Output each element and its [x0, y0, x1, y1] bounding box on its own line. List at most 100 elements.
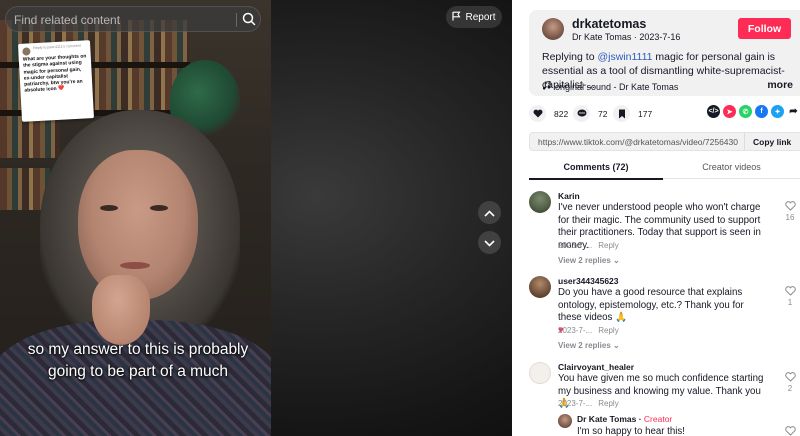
search-bar[interactable]: [5, 6, 261, 32]
follow-button[interactable]: Follow: [738, 18, 791, 39]
creator-reply-username: Dr Kate Tomas: [577, 414, 637, 424]
creator-username[interactable]: drkatetomas: [572, 17, 646, 31]
video-player[interactable]: Reply to jswin1111's comment What are yo…: [0, 0, 512, 436]
comment-date: 2023-7-...: [558, 399, 593, 408]
tab-creator-videos[interactable]: Creator videos: [663, 162, 800, 172]
share-buttons: </> ➤ ✆ f ✦ ➦: [707, 105, 800, 118]
more-button[interactable]: more: [763, 78, 793, 92]
search-divider: [236, 13, 237, 27]
heart-outline-icon: [783, 286, 797, 298]
link-box: https://www.tiktok.com/@drkatetomas/vide…: [529, 132, 800, 151]
embed-icon[interactable]: </>: [707, 105, 720, 118]
view-replies-button[interactable]: View 2 replies ⌄: [558, 341, 620, 350]
view-replies-button[interactable]: View 2 replies ⌄: [558, 256, 620, 265]
creator-avatar[interactable]: [542, 18, 564, 40]
tab-comments[interactable]: Comments (72): [529, 162, 663, 180]
video-info-card: drkatetomas Dr Kate Tomas · 2023-7-16 Fo…: [529, 10, 800, 96]
save-count: 177: [638, 108, 653, 119]
flag-icon: [452, 11, 461, 24]
comment-meta: 2023-7-... Reply: [558, 399, 619, 408]
music-note-icon: [542, 80, 551, 92]
comment-text-body: Do you have a good resource that explain…: [558, 287, 744, 323]
whatsapp-icon[interactable]: ✆: [739, 105, 752, 118]
save-button[interactable]: 177: [613, 105, 652, 122]
share-arrow-icon[interactable]: ➦: [787, 105, 800, 118]
sound-label: original sound - Dr Kate Tomas: [555, 81, 679, 92]
previous-video-button[interactable]: [478, 201, 501, 224]
comment-date: 2023-7-...: [558, 326, 593, 335]
heart-icon: [529, 105, 546, 122]
creator-subline: Dr Kate Tomas · 2023-7-16: [572, 32, 681, 42]
tab-bar: Comments (72) Creator videos: [529, 157, 800, 180]
person-eye: [150, 205, 168, 211]
description-prefix: Replying to: [542, 51, 595, 63]
person-mouth: [120, 262, 150, 269]
video-caption: so my answer to this is probably going t…: [18, 339, 258, 383]
comment-button[interactable]: 72: [573, 105, 607, 122]
video-link-url[interactable]: https://www.tiktok.com/@drkatetomas/vide…: [538, 137, 738, 147]
search-icon[interactable]: [242, 12, 256, 31]
bookmark-icon: [613, 105, 630, 122]
comment-meta: 2023-7-... Reply: [558, 241, 619, 250]
chevron-down-icon: ⌄: [613, 256, 620, 265]
reply-button[interactable]: Reply: [598, 241, 618, 250]
reply-text-body: What are your thoughts on the stigma aga…: [22, 53, 87, 94]
commenter-name[interactable]: Karin: [558, 191, 580, 201]
send-icon[interactable]: ➤: [723, 105, 736, 118]
report-label: Report: [465, 11, 496, 23]
heart-icon: ❤️: [57, 85, 65, 93]
caption-line: going to be part of a much: [47, 363, 229, 380]
bookshelf: [0, 116, 60, 158]
mention-link[interactable]: @jswin1111: [597, 51, 652, 63]
commenter-avatar[interactable]: [529, 191, 551, 213]
comment-date: 2023-7-...: [558, 241, 593, 250]
view-replies-label: View 2 replies: [558, 256, 611, 265]
chevron-up-icon: [484, 204, 495, 222]
creator-reply-text: I'm so happy to hear this!: [577, 426, 685, 436]
reply-text: What are your thoughts on the stigma aga…: [23, 53, 89, 94]
commenter-name[interactable]: Clairvoyant_healer: [558, 362, 634, 372]
comment-like-button[interactable]: 2: [783, 372, 797, 393]
caption-line: so my answer to this is probably: [27, 341, 249, 358]
creator-badge: Creator: [643, 414, 673, 424]
like-count: 822: [554, 108, 569, 119]
sound-link[interactable]: original sound - Dr Kate Tomas: [542, 80, 679, 92]
like-button[interactable]: 822: [529, 105, 568, 122]
commenter-avatar[interactable]: [529, 362, 551, 384]
comment-meta: 2023-7-... Reply: [558, 326, 619, 335]
heart-outline-icon: [783, 372, 797, 384]
comment-like-button[interactable]: 16: [783, 201, 797, 222]
reply-button[interactable]: Reply: [598, 399, 618, 408]
reply-button[interactable]: Reply: [598, 326, 618, 335]
comment-icon: [573, 105, 590, 122]
comment-like-count: 16: [785, 213, 795, 222]
twitter-icon[interactable]: ✦: [771, 105, 784, 118]
person-eye: [100, 205, 118, 211]
facebook-icon[interactable]: f: [755, 105, 768, 118]
comment-like-count: 1: [787, 298, 793, 307]
comment-count: 72: [598, 108, 608, 119]
view-replies-label: View 2 replies: [558, 341, 611, 350]
details-panel: drkatetomas Dr Kate Tomas · 2023-7-16 Fo…: [512, 0, 800, 436]
comment-like-count: 2: [787, 384, 793, 393]
commenter-avatar[interactable]: [529, 276, 551, 298]
action-bar: 822 72 177 </> ➤ ✆ f ✦ ➦: [529, 105, 800, 123]
reply-avatar: [22, 47, 31, 56]
copy-link-button[interactable]: Copy link: [744, 133, 799, 150]
next-video-button[interactable]: [478, 231, 501, 254]
video-frame[interactable]: Reply to jswin1111's comment What are yo…: [0, 0, 271, 436]
person-hand: [92, 275, 150, 345]
heart-outline-icon: [783, 201, 797, 213]
comment-like-button[interactable]: [783, 426, 797, 436]
heart-outline-icon: [783, 426, 797, 436]
report-button[interactable]: Report: [446, 6, 502, 28]
creator-display-name[interactable]: Dr Kate Tomas: [572, 32, 631, 42]
commenter-name[interactable]: user344345623: [558, 276, 619, 286]
post-date: 2023-7-16: [639, 32, 681, 42]
comment-like-button[interactable]: 1: [783, 286, 797, 307]
reply-comment-sticker: Reply to jswin1111's comment What are yo…: [18, 40, 94, 122]
reply-to-label: Reply to jswin1111's comment: [33, 43, 81, 51]
search-input[interactable]: [14, 11, 224, 29]
creator-reply-avatar[interactable]: [558, 414, 572, 428]
creator-reply-name[interactable]: Dr Kate Tomas · Creator: [577, 414, 672, 424]
